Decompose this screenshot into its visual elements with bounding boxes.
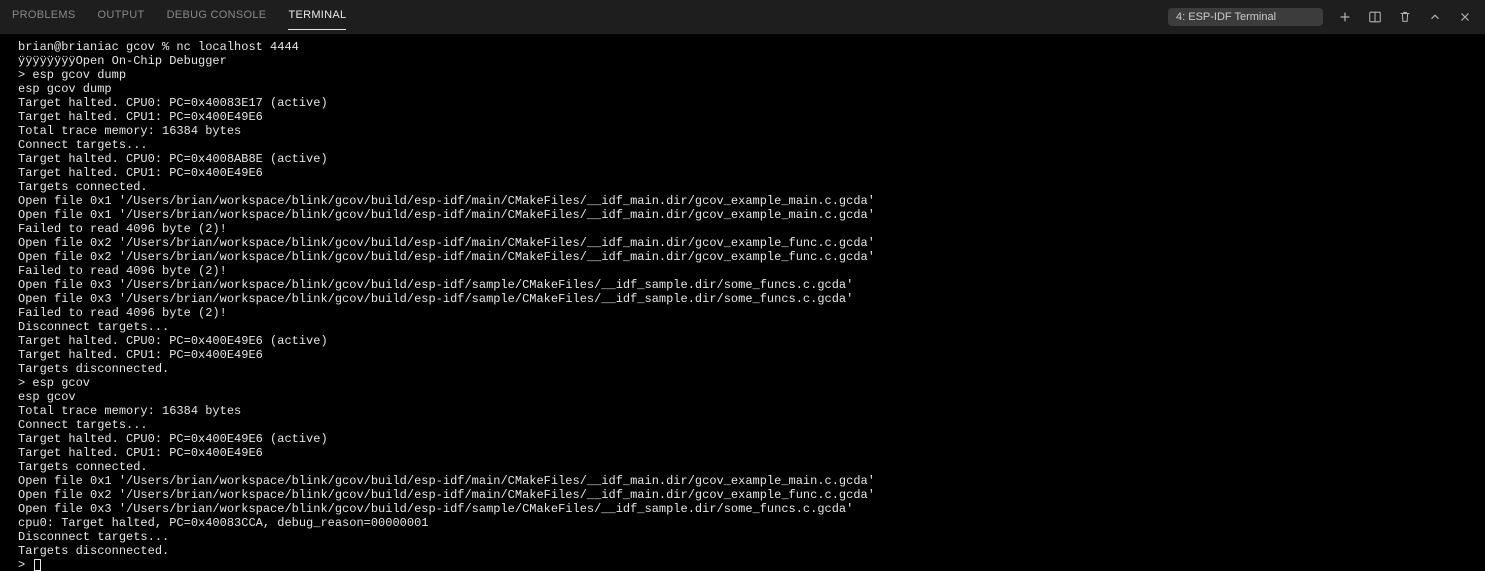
new-terminal-button[interactable] [1337, 9, 1353, 25]
maximize-panel-button[interactable] [1427, 9, 1443, 25]
tab-output[interactable]: OUTPUT [98, 3, 145, 30]
panel-actions: 4: ESP-IDF Terminal [1168, 8, 1473, 26]
split-terminal-button[interactable] [1367, 9, 1383, 25]
tab-debug-console[interactable]: DEBUG CONSOLE [167, 3, 267, 30]
terminal-selector-label: 4: ESP-IDF Terminal [1176, 11, 1276, 23]
terminal-lines: brian@brianiac gcov % nc localhost 4444 … [18, 40, 875, 558]
terminal-cursor [34, 559, 41, 571]
tab-problems[interactable]: PROBLEMS [12, 3, 76, 30]
tab-terminal[interactable]: TERMINAL [288, 3, 346, 30]
kill-terminal-button[interactable] [1397, 9, 1413, 25]
close-panel-button[interactable] [1457, 9, 1473, 25]
terminal-prompt: > [18, 558, 32, 571]
terminal-output[interactable]: brian@brianiac gcov % nc localhost 4444 … [0, 34, 1485, 571]
panel-tabs: PROBLEMS OUTPUT DEBUG CONSOLE TERMINAL [12, 0, 346, 33]
terminal-selector-dropdown[interactable]: 4: ESP-IDF Terminal [1168, 8, 1323, 26]
panel-header: PROBLEMS OUTPUT DEBUG CONSOLE TERMINAL 4… [0, 0, 1485, 34]
